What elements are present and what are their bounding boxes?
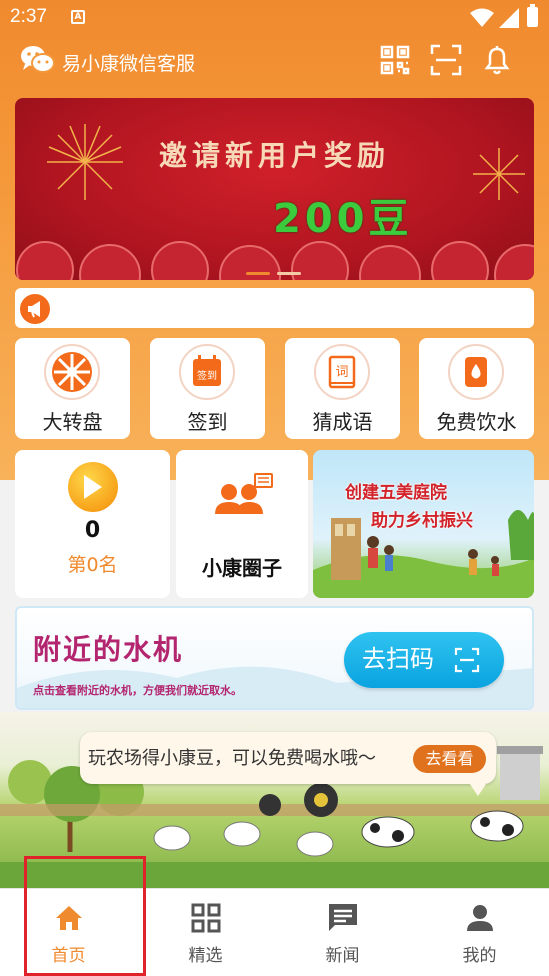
banner-title: 邀请新用户奖励 <box>158 139 390 172</box>
home-tab-highlight-box <box>24 856 146 976</box>
points-card[interactable]: 0 第0名 <box>15 450 170 598</box>
quick-action-idiom[interactable]: 词 猜成语 <box>285 338 400 439</box>
notice-bar[interactable] <box>15 288 534 328</box>
nav-label: 新闻 <box>325 946 360 966</box>
nav-item-news[interactable]: 新闻 <box>274 889 411 976</box>
svg-text:签到: 签到 <box>197 369 217 382</box>
quick-action-free-water[interactable]: 免费饮水 <box>419 338 534 439</box>
go-see-button[interactable]: 去看看 <box>413 745 486 773</box>
nav-label: 我的 <box>462 946 497 966</box>
profile-icon <box>467 905 493 931</box>
idiom-book-icon: 词 <box>314 344 370 400</box>
bean-coin-icon <box>68 462 118 512</box>
scan-icon[interactable] <box>430 44 462 76</box>
bell-icon[interactable] <box>482 44 512 76</box>
svg-text:词: 词 <box>335 365 348 380</box>
quick-action-label: 签到 <box>187 410 228 434</box>
news-icon <box>329 904 357 931</box>
battery-icon <box>527 4 538 27</box>
water-drop-icon <box>448 344 504 400</box>
signal-icon <box>499 8 519 28</box>
pagination-dot-active <box>246 272 270 275</box>
community-card[interactable]: 小康圈子 <box>176 450 308 598</box>
quick-action-wheel[interactable]: 大转盘 <box>15 338 130 439</box>
megaphone-icon <box>20 294 50 324</box>
wheel-icon <box>44 344 100 400</box>
quick-actions: 大转盘 签到 签到 词 猜成语 免费饮水 <box>15 338 534 439</box>
quick-action-label: 免费饮水 <box>436 410 517 434</box>
water-banner-subtitle: 点击查看附近的水机，方便我们就近取水。 <box>33 684 242 697</box>
promo-banner[interactable]: 邀请新用户奖励 200豆 <box>15 98 534 280</box>
nearby-water-machine-banner[interactable]: 附近的水机 点击查看附近的水机，方便我们就近取水。 去扫码 <box>15 606 534 710</box>
village-line2: 助力乡村振兴 <box>371 511 473 531</box>
calendar-checkin-icon: 签到 <box>179 344 235 400</box>
farm-tip-text: 玩农场得小康豆，可以免费喝水哦～ <box>88 748 376 769</box>
customer-service-label[interactable]: 易小康微信客服 <box>62 49 195 76</box>
go-scan-button[interactable]: 去扫码 <box>344 632 504 688</box>
status-time: 2:37 <box>10 6 47 27</box>
people-chat-icon <box>215 473 273 514</box>
village-campaign-card[interactable]: 创建五美庭院 助力乡村振兴 <box>313 450 534 598</box>
nav-item-profile[interactable]: 我的 <box>411 889 548 976</box>
pagination-dot <box>277 272 301 275</box>
wifi-icon <box>470 8 494 27</box>
points-value: 0 <box>84 518 101 543</box>
points-rank: 第0名 <box>67 554 118 576</box>
grid-icon <box>191 903 221 933</box>
quick-action-label: 猜成语 <box>312 410 373 434</box>
top-header: 易小康微信客服 <box>0 40 549 84</box>
qr-code-icon[interactable] <box>380 45 410 75</box>
village-line1: 创建五美庭院 <box>345 483 447 503</box>
status-bar: 2:37 A <box>0 0 549 36</box>
nav-label: 精选 <box>188 946 223 966</box>
quick-action-label: 大转盘 <box>42 410 103 434</box>
nav-item-featured[interactable]: 精选 <box>137 889 274 976</box>
quick-action-checkin[interactable]: 签到 签到 <box>150 338 265 439</box>
scan-icon <box>454 647 480 673</box>
farm-tip-bubble: 玩农场得小康豆，可以免费喝水哦～ 去看看 <box>80 732 496 796</box>
banner-pagination <box>246 260 308 279</box>
community-label: 小康圈子 <box>202 556 282 580</box>
wechat-icon[interactable] <box>20 44 56 76</box>
go-scan-label: 去扫码 <box>362 645 434 673</box>
notification-a-icon: A <box>71 10 85 24</box>
water-banner-title: 附近的水机 <box>33 633 184 666</box>
